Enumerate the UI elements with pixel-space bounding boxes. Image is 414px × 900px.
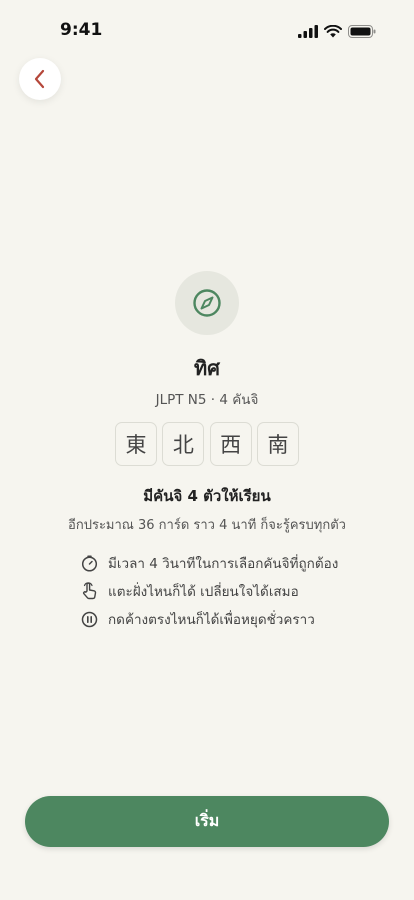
kanji-card: 南 xyxy=(256,422,299,466)
battery-icon xyxy=(348,24,376,38)
kanji-card: 東 xyxy=(115,422,157,466)
tip-item: แตะฝั่งไหนก็ได้ เปลี่ยนใจได้เสมอ xyxy=(80,577,380,605)
tips-list: มีเวลา 4 วินาทีในการเลือกคันจิที่ถูกต้อง… xyxy=(80,549,380,633)
status-icons xyxy=(298,23,376,39)
kanji-card: 北 xyxy=(162,422,205,466)
tap-hand-icon xyxy=(80,582,98,600)
pause-icon xyxy=(80,610,98,628)
chevron-left-icon xyxy=(34,69,45,89)
timer-icon xyxy=(80,554,98,572)
kanji-count-text: มีคันจิ 4 ตัวให้เรียน xyxy=(143,487,271,505)
estimate-text: อีกประมาณ 36 การ์ด ราว 4 นาที ก็จะรู้ครบ… xyxy=(68,518,346,533)
lesson-title: ทิศ xyxy=(194,356,220,380)
status-time: 9:41 xyxy=(60,20,103,40)
compass-icon xyxy=(193,289,221,317)
kanji-preview-row: 東 北 西 南 xyxy=(115,422,299,468)
status-bar: 9:41 xyxy=(0,0,414,60)
start-button[interactable]: เริ่ม xyxy=(25,796,389,847)
lesson-subtitle: JLPT N5 · 4 คันจิ xyxy=(155,392,259,408)
tip-text: แตะฝั่งไหนก็ได้ เปลี่ยนใจได้เสมอ xyxy=(108,584,299,600)
kanji-card: 西 xyxy=(209,422,252,466)
tip-item: กดค้างตรงไหนก็ได้เพื่อหยุดชั่วคราว xyxy=(80,605,380,633)
wifi-icon xyxy=(324,24,342,37)
cellular-signal-icon xyxy=(298,24,318,38)
tip-item: มีเวลา 4 วินาทีในการเลือกคันจิที่ถูกต้อง xyxy=(80,549,380,577)
tip-text: กดค้างตรงไหนก็ได้เพื่อหยุดชั่วคราว xyxy=(108,612,315,628)
back-button[interactable] xyxy=(19,58,61,100)
tip-text: มีเวลา 4 วินาทีในการเลือกคันจิที่ถูกต้อง xyxy=(108,556,339,572)
lesson-icon-badge xyxy=(175,271,239,335)
